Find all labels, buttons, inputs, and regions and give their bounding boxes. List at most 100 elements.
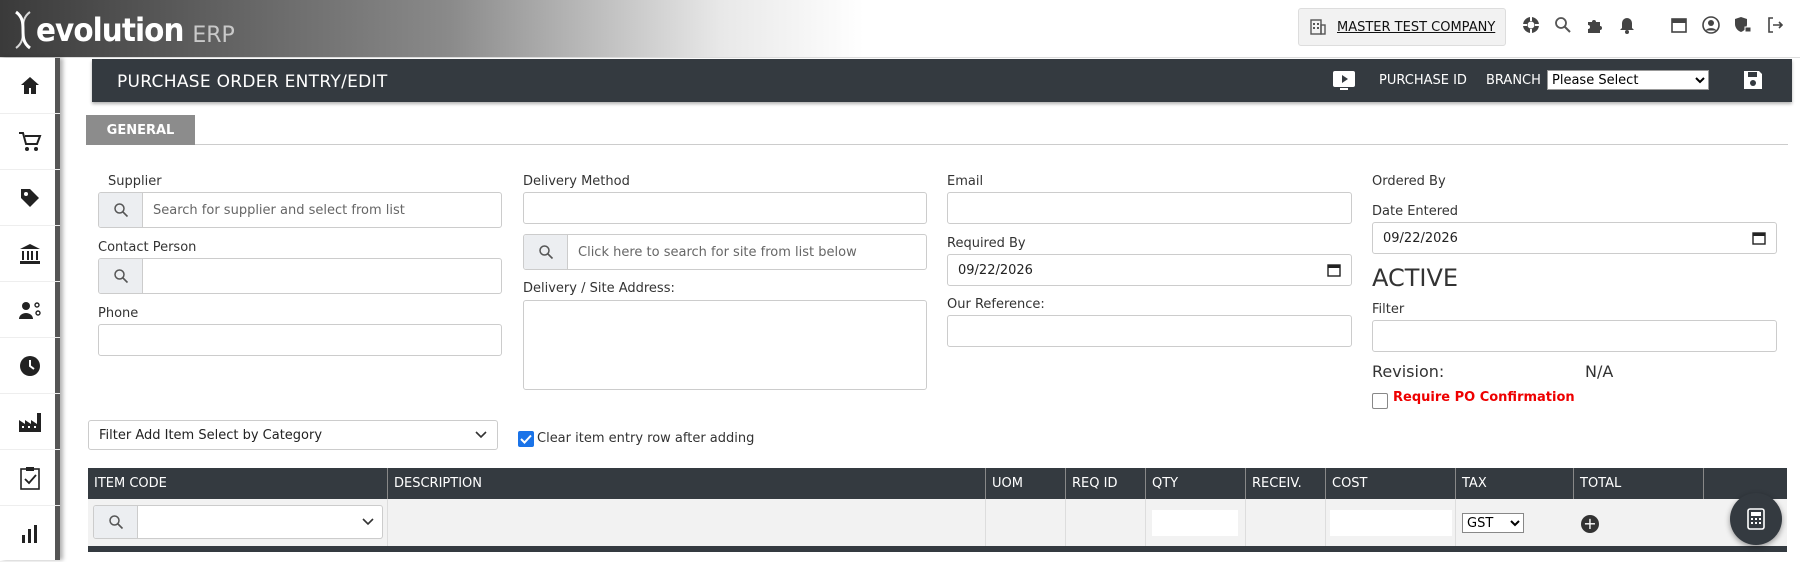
ordered-by-label: Ordered By [1372,174,1446,189]
require-po-confirmation-label: Require PO Confirmation [1393,390,1575,405]
site-search-input[interactable]: Click here to search for site from list … [568,235,857,269]
sidebar-item-sales[interactable] [0,170,60,226]
tax-select[interactable]: GST [1462,513,1524,533]
sidebar-item-hr[interactable] [0,282,60,338]
home-icon [21,76,39,94]
cart-icon [19,131,42,151]
contact-person-group[interactable] [98,258,502,294]
received-cell [1246,499,1326,546]
clear-row-label: Clear item entry row after adding [537,431,755,446]
cost-input[interactable] [1330,510,1452,536]
col-qty: QTY [1146,468,1246,499]
contact-person-label: Contact Person [98,240,197,255]
search-icon[interactable] [524,235,568,269]
chevron-down-icon [475,431,487,439]
user-profile-icon[interactable] [1700,14,1722,36]
filter-label: Filter [1372,302,1405,317]
email-input[interactable] [947,192,1352,224]
clipboard-check-icon [20,466,40,490]
sidebar-item-manufacturing[interactable] [0,394,60,450]
require-po-confirmation-checkbox[interactable] [1372,393,1388,409]
add-item-button[interactable]: + [1581,515,1599,533]
left-sidebar [0,58,60,562]
sidebar-item-tasks[interactable] [0,450,60,506]
search-icon[interactable] [99,193,143,227]
col-received: RECEIV. [1246,468,1326,499]
puzzle-icon[interactable] [1584,14,1606,36]
calendar-icon[interactable] [1327,263,1341,277]
revision-label: Revision: [1372,362,1445,381]
qty-input[interactable] [1152,510,1238,536]
col-uom: UOM [986,468,1066,499]
col-total: TOTAL [1574,468,1704,499]
app-logo[interactable]: evolution ERP [12,10,235,50]
col-tax: TAX [1456,468,1574,499]
item-code-select[interactable] [93,505,383,539]
purchase-id-label: PURCHASE ID [1379,73,1467,88]
tab-general[interactable]: GENERAL [86,115,195,145]
table-row: GST + [88,499,1787,546]
description-cell[interactable] [388,499,986,546]
search-icon[interactable] [1552,14,1574,36]
phone-label: Phone [98,306,139,321]
company-name: MASTER TEST COMPANY [1337,19,1496,35]
item-entry-table: ITEM CODE DESCRIPTION UOM REQ ID QTY REC… [88,468,1787,552]
calendar-icon[interactable] [1668,14,1690,36]
revision-value: N/A [1585,362,1614,381]
play-video-icon [1333,71,1355,90]
sidebar-item-purchasing[interactable] [0,114,60,170]
required-by-date-input[interactable]: 09/22/2026 [947,254,1352,286]
category-filter-value: Filter Add Item Select by Category [99,427,323,443]
company-selector[interactable]: MASTER TEST COMPANY [1298,8,1506,46]
required-by-label: Required By [947,236,1026,251]
page-header-bar: PURCHASE ORDER ENTRY/EDIT PURCHASE ID BR… [92,59,1792,102]
chart-icon [22,524,37,543]
col-cost: COST [1326,468,1456,499]
supplier-search-group[interactable]: Search for supplier and select from list [98,192,502,228]
search-icon[interactable] [94,506,138,538]
date-entered-label: Date Entered [1372,204,1459,219]
clear-row-checkbox[interactable] [518,431,534,447]
sidebar-item-time[interactable] [0,338,60,394]
email-label: Email [947,174,984,189]
sidebar-item-home[interactable] [0,58,60,114]
calculator-icon [1747,508,1765,530]
table-footer-bar [88,546,1787,552]
plus-icon: + [1583,514,1597,533]
help-lifebuoy-icon[interactable] [1520,14,1542,36]
video-help-button[interactable] [1332,70,1356,96]
clock-icon [20,355,40,376]
shield-lock-icon[interactable] [1732,14,1754,36]
users-icon [19,301,41,319]
status-text: ACTIVE [1372,264,1459,292]
logo-subtext: ERP [192,22,235,48]
bell-icon[interactable] [1616,14,1638,36]
delivery-method-label: Delivery Method [523,174,630,189]
category-filter-select[interactable]: Filter Add Item Select by Category [88,420,498,450]
site-search-group[interactable]: Click here to search for site from list … [523,234,927,270]
search-icon[interactable] [99,259,143,293]
calculator-button[interactable] [1730,493,1782,545]
col-req-id: REQ ID [1066,468,1146,499]
sidebar-item-banking[interactable] [0,226,60,282]
delivery-address-textarea[interactable] [523,300,927,390]
supplier-label: Supplier [108,174,162,189]
branch-select[interactable]: Please Select [1547,70,1709,90]
check-icon [520,434,532,444]
bank-icon [20,243,40,264]
required-by-value: 09/22/2026 [958,262,1033,278]
our-reference-input[interactable] [947,315,1352,347]
delivery-address-label: Delivery / Site Address: [523,281,675,296]
delivery-method-input[interactable] [523,192,927,224]
phone-input[interactable] [98,324,502,356]
sidebar-item-reports[interactable] [0,506,60,562]
logout-icon[interactable] [1764,14,1786,36]
save-button[interactable] [1742,69,1764,95]
contact-person-input[interactable] [143,259,153,293]
filter-input[interactable] [1372,320,1777,352]
supplier-search-input[interactable]: Search for supplier and select from list [143,193,405,227]
col-description: DESCRIPTION [388,468,986,499]
logo-text: evolution [36,11,184,49]
calendar-icon[interactable] [1752,231,1766,245]
date-entered-input[interactable]: 09/22/2026 [1372,222,1777,254]
